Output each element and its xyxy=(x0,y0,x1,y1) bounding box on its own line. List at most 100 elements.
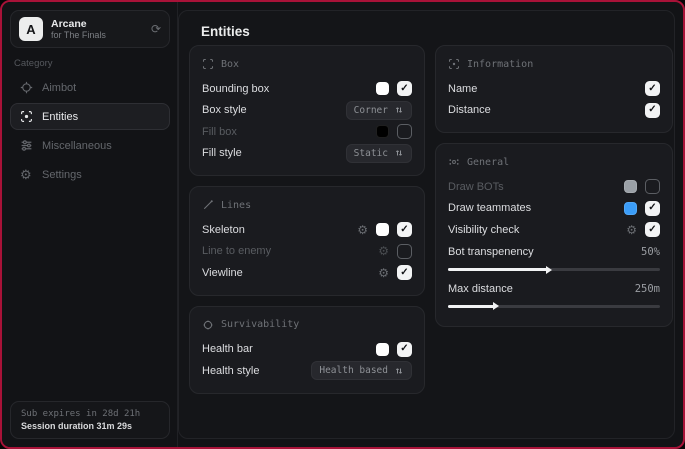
setting-row-fill-style: Fill style Static xyxy=(202,143,412,165)
setting-label: Bounding box xyxy=(202,83,269,95)
unfold-icon xyxy=(394,105,404,115)
section-title: Box xyxy=(221,59,239,70)
sidebar: A Arcane for The Finals ⟳ Category Aimbo… xyxy=(2,2,178,447)
section-information-header: Information xyxy=(448,56,660,72)
app-logo: A xyxy=(19,17,43,41)
setting-label: Line to enemy xyxy=(202,245,271,257)
section-title: General xyxy=(467,157,509,168)
setting-row-bounding-box: Bounding box xyxy=(202,78,412,100)
setting-label: Max distance xyxy=(448,283,513,295)
checkbox[interactable] xyxy=(645,103,660,118)
setting-label: Health bar xyxy=(202,343,253,355)
sidebar-item-settings[interactable]: ⚙ Settings xyxy=(10,161,170,188)
max-distance-slider[interactable] xyxy=(448,305,660,308)
section-survivability: Survivability Health bar Health style He… xyxy=(189,306,425,394)
session-duration-text: Session duration 31m 29s xyxy=(21,421,159,431)
app-window: A Arcane for The Finals ⟳ Category Aimbo… xyxy=(0,0,685,449)
setting-row-visibility-check: Visibility check ⚙ xyxy=(448,219,660,241)
color-swatch[interactable] xyxy=(376,125,389,138)
gear-icon: ⚙ xyxy=(20,168,33,181)
app-subtitle: for The Finals xyxy=(51,30,143,40)
section-information: Information Name Distance xyxy=(435,45,673,133)
setting-label: Distance xyxy=(448,104,491,116)
checkbox[interactable] xyxy=(645,222,660,237)
section-box: Box Bounding box Box style Corner xyxy=(189,45,425,176)
slider-fill xyxy=(448,305,495,308)
sidebar-item-label: Miscellaneous xyxy=(42,140,112,152)
checkbox[interactable] xyxy=(397,265,412,280)
box-corners-icon xyxy=(202,58,214,70)
box-style-select[interactable]: Corner xyxy=(346,101,412,120)
sliders-icon xyxy=(20,139,33,152)
checkbox[interactable] xyxy=(645,81,660,96)
setting-label: Draw BOTs xyxy=(448,181,504,193)
sidebar-item-entities[interactable]: Entities xyxy=(10,103,170,130)
select-value: Corner xyxy=(354,105,388,116)
line-icon xyxy=(202,199,214,211)
setting-row-line-to-enemy: Line to enemy ⚙ xyxy=(202,241,412,263)
page-title: Entities xyxy=(201,24,250,39)
slider-value: 250m xyxy=(635,283,660,295)
setting-row-draw-bots: Draw BOTs xyxy=(448,176,660,198)
app-title-block: Arcane for The Finals xyxy=(51,18,143,40)
setting-row-box-style: Box style Corner xyxy=(202,100,412,122)
section-general: General Draw BOTs Draw teammates xyxy=(435,143,673,327)
scan-icon xyxy=(20,110,33,123)
right-column: Information Name Distance xyxy=(435,45,673,327)
setting-label: Skeleton xyxy=(202,224,245,236)
setting-row-skeleton: Skeleton ⚙ xyxy=(202,219,412,241)
sidebar-item-label: Settings xyxy=(42,169,82,181)
section-survivability-header: Survivability xyxy=(202,317,412,333)
gear-icon[interactable]: ⚙ xyxy=(378,245,389,257)
section-lines-header: Lines xyxy=(202,197,412,213)
section-lines: Lines Skeleton ⚙ Line to enemy ⚙ xyxy=(189,186,425,296)
color-swatch[interactable] xyxy=(376,343,389,356)
checkbox[interactable] xyxy=(645,179,660,194)
checkbox[interactable] xyxy=(397,342,412,357)
gear-icon[interactable]: ⚙ xyxy=(357,224,368,236)
main-panel: Entities Box Bounding box Box style xyxy=(178,10,675,439)
checkbox[interactable] xyxy=(397,81,412,96)
checkbox[interactable] xyxy=(397,244,412,259)
subscription-card: Sub expires in 28d 21h Session duration … xyxy=(10,401,170,439)
color-swatch[interactable] xyxy=(624,202,637,215)
setting-label: Draw teammates xyxy=(448,202,531,214)
setting-label: Name xyxy=(448,83,477,95)
checkbox[interactable] xyxy=(397,124,412,139)
setting-row-distance: Distance xyxy=(448,100,660,122)
setting-row-name: Name xyxy=(448,78,660,100)
app-name: Arcane xyxy=(51,18,143,30)
setting-row-fill-box: Fill box xyxy=(202,121,412,143)
color-swatch[interactable] xyxy=(624,180,637,193)
color-swatch[interactable] xyxy=(376,223,389,236)
sidebar-item-miscellaneous[interactable]: Miscellaneous xyxy=(10,132,170,159)
section-title: Lines xyxy=(221,200,251,211)
sync-icon[interactable]: ⟳ xyxy=(151,23,161,35)
setting-row-health-style: Health style Health based xyxy=(202,360,412,382)
sub-expiry-text: Sub expires in 28d 21h xyxy=(21,409,159,419)
left-column: Box Bounding box Box style Corner xyxy=(189,45,425,394)
sidebar-nav: Aimbot Entities Miscellaneous ⚙ Settings xyxy=(10,74,170,190)
gear-icon[interactable]: ⚙ xyxy=(626,224,637,236)
category-label: Category xyxy=(14,58,53,69)
health-style-select[interactable]: Health based xyxy=(311,361,412,380)
color-swatch[interactable] xyxy=(376,82,389,95)
section-general-header: General xyxy=(448,154,660,170)
slider-fill xyxy=(448,268,548,271)
fill-style-select[interactable]: Static xyxy=(346,144,412,163)
crosshair-icon xyxy=(20,81,33,94)
setting-row-health-bar: Health bar xyxy=(202,339,412,361)
setting-label: Bot transpenency xyxy=(448,246,534,258)
section-title: Information xyxy=(467,59,533,70)
setting-label: Fill style xyxy=(202,147,242,159)
sidebar-item-aimbot[interactable]: Aimbot xyxy=(10,74,170,101)
unfold-icon xyxy=(394,366,404,376)
setting-row-max-distance: Max distance 250m xyxy=(448,278,660,308)
gear-icon[interactable]: ⚙ xyxy=(378,267,389,279)
checkbox[interactable] xyxy=(645,201,660,216)
bot-transparency-slider[interactable] xyxy=(448,268,660,271)
section-box-header: Box xyxy=(202,56,412,72)
sidebar-item-label: Aimbot xyxy=(42,82,76,94)
section-title: Survivability xyxy=(221,319,299,330)
checkbox[interactable] xyxy=(397,222,412,237)
